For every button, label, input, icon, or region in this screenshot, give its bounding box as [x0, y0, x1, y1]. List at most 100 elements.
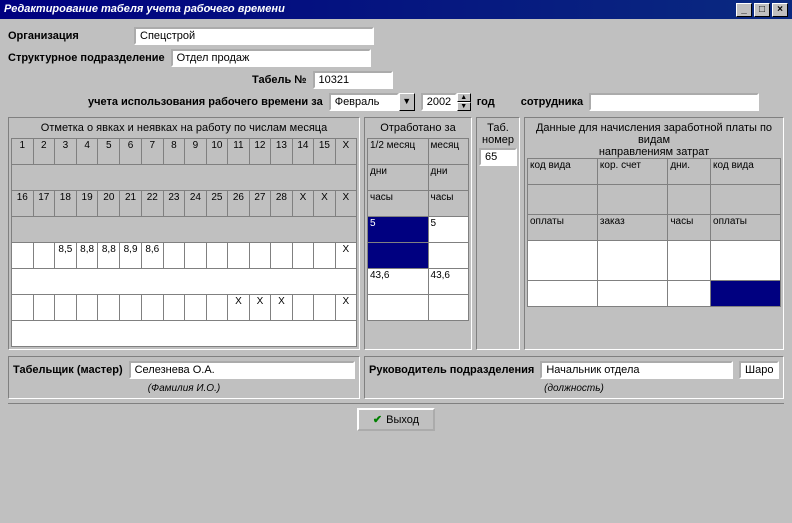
cell-label: дни — [368, 165, 429, 191]
year-up-icon[interactable]: ▲ — [457, 93, 471, 102]
day-cell: 8 — [163, 139, 185, 165]
org-label: Организация — [8, 30, 128, 42]
tabel-no-input[interactable] — [313, 71, 393, 89]
panel-title: номер — [479, 134, 517, 146]
cell-label: часы — [368, 191, 429, 217]
day-cell[interactable] — [12, 295, 34, 321]
minimize-icon[interactable]: _ — [736, 3, 752, 17]
dept-input[interactable] — [171, 49, 371, 67]
day-cell[interactable] — [76, 295, 98, 321]
day-cell[interactable] — [228, 243, 250, 269]
attendance-panel: Отметка о явках и неявках на работу по ч… — [8, 117, 360, 350]
day-cell: 17 — [33, 191, 55, 217]
exit-button[interactable]: ✔ Выход — [357, 408, 435, 431]
close-icon[interactable]: × — [772, 3, 788, 17]
tabnum-input[interactable] — [479, 148, 517, 166]
payroll-panel: Данные для начисления заработной платы п… — [524, 117, 784, 350]
year-input[interactable] — [421, 93, 457, 111]
supervisor-extra-input[interactable] — [739, 361, 779, 379]
chevron-down-icon[interactable]: ▼ — [399, 93, 415, 111]
day-cell[interactable]: X — [335, 243, 356, 269]
day-cell: 4 — [76, 139, 98, 165]
days-half-value[interactable]: 5 — [368, 217, 429, 243]
day-cell[interactable] — [55, 295, 77, 321]
payroll-grid[interactable]: код вида кор. счет дни. код вида оплаты … — [527, 158, 781, 307]
day-cell[interactable]: 8,6 — [141, 243, 163, 269]
day-cell[interactable] — [249, 243, 271, 269]
day-cell[interactable]: X — [228, 295, 250, 321]
panel-title: направлениям затрат — [527, 146, 781, 158]
day-cell[interactable] — [33, 243, 55, 269]
year-down-icon[interactable]: ▼ — [457, 102, 471, 111]
day-cell[interactable]: 8,8 — [76, 243, 98, 269]
day-cell: 14 — [292, 139, 314, 165]
tabel-no-label: Табель № — [252, 74, 307, 86]
day-cell[interactable] — [314, 295, 336, 321]
day-cell[interactable]: X — [249, 295, 271, 321]
day-cell[interactable]: X — [335, 295, 356, 321]
exit-label: Выход — [386, 414, 419, 426]
day-cell: 5 — [98, 139, 120, 165]
cell-label: месяц — [428, 139, 468, 165]
col-header: код вида — [528, 159, 598, 185]
org-input[interactable] — [134, 27, 374, 45]
day-cell[interactable] — [292, 295, 314, 321]
cell-label: 1/2 месяц — [368, 139, 429, 165]
day-cell[interactable] — [206, 295, 228, 321]
day-cell[interactable]: 8,8 — [98, 243, 120, 269]
col-header: оплаты — [528, 215, 598, 241]
day-cell[interactable]: X — [271, 295, 293, 321]
supervisor-panel: Руководитель подразделения (должность) — [364, 356, 784, 399]
day-cell: 26 — [228, 191, 250, 217]
day-cell[interactable] — [12, 243, 34, 269]
day-cell[interactable] — [185, 295, 207, 321]
day-cell: 13 — [271, 139, 293, 165]
day-cell[interactable] — [185, 243, 207, 269]
data-row[interactable]: XXXX — [12, 295, 357, 321]
cell[interactable] — [428, 295, 468, 321]
attendance-grid[interactable]: 123456789101112131415X 16171819202122232… — [11, 138, 357, 347]
maximize-icon[interactable]: □ — [754, 3, 770, 17]
col-header: заказ — [597, 215, 667, 241]
day-cell[interactable] — [98, 295, 120, 321]
days-header-2: 16171819202122232425262728XXX — [12, 191, 357, 217]
worked-grid[interactable]: 1/2 месяцмесяц днидни часычасы 55 43,643… — [367, 138, 469, 321]
day-cell: 15 — [314, 139, 336, 165]
timekeeper-input[interactable] — [129, 361, 355, 379]
day-cell: 6 — [120, 139, 142, 165]
cell[interactable] — [368, 295, 429, 321]
cell-label: дни — [428, 165, 468, 191]
period-label: учета использования рабочего времени за — [88, 96, 323, 108]
day-cell[interactable] — [292, 243, 314, 269]
day-cell[interactable] — [141, 295, 163, 321]
day-cell[interactable] — [33, 295, 55, 321]
day-cell[interactable] — [271, 243, 293, 269]
day-cell[interactable] — [120, 295, 142, 321]
day-cell[interactable] — [163, 243, 185, 269]
col-header: кор. счет — [597, 159, 667, 185]
day-cell[interactable]: 8,9 — [120, 243, 142, 269]
supervisor-input[interactable] — [540, 361, 733, 379]
day-cell[interactable] — [314, 243, 336, 269]
col-header: дни. — [668, 159, 711, 185]
employee-input[interactable] — [589, 93, 759, 111]
day-cell: X — [314, 191, 336, 217]
month-select[interactable] — [329, 93, 399, 111]
hours-half-value[interactable]: 43,6 — [368, 269, 429, 295]
day-cell: 19 — [76, 191, 98, 217]
cell[interactable] — [368, 243, 429, 269]
day-cell: 20 — [98, 191, 120, 217]
cell[interactable] — [428, 243, 468, 269]
fio-caption: (Фамилия И.О.) — [13, 383, 355, 394]
day-cell: X — [292, 191, 314, 217]
data-row[interactable]: 8,58,88,88,98,6X — [12, 243, 357, 269]
day-cell[interactable] — [206, 243, 228, 269]
day-cell: 16 — [12, 191, 34, 217]
day-cell[interactable]: 8,5 — [55, 243, 77, 269]
days-month-value[interactable]: 5 — [428, 217, 468, 243]
dept-label: Структурное подразделение — [8, 52, 165, 64]
day-cell[interactable] — [163, 295, 185, 321]
hours-month-value[interactable]: 43,6 — [428, 269, 468, 295]
selected-cell[interactable] — [711, 281, 781, 307]
panel-title: Таб. — [479, 122, 517, 134]
